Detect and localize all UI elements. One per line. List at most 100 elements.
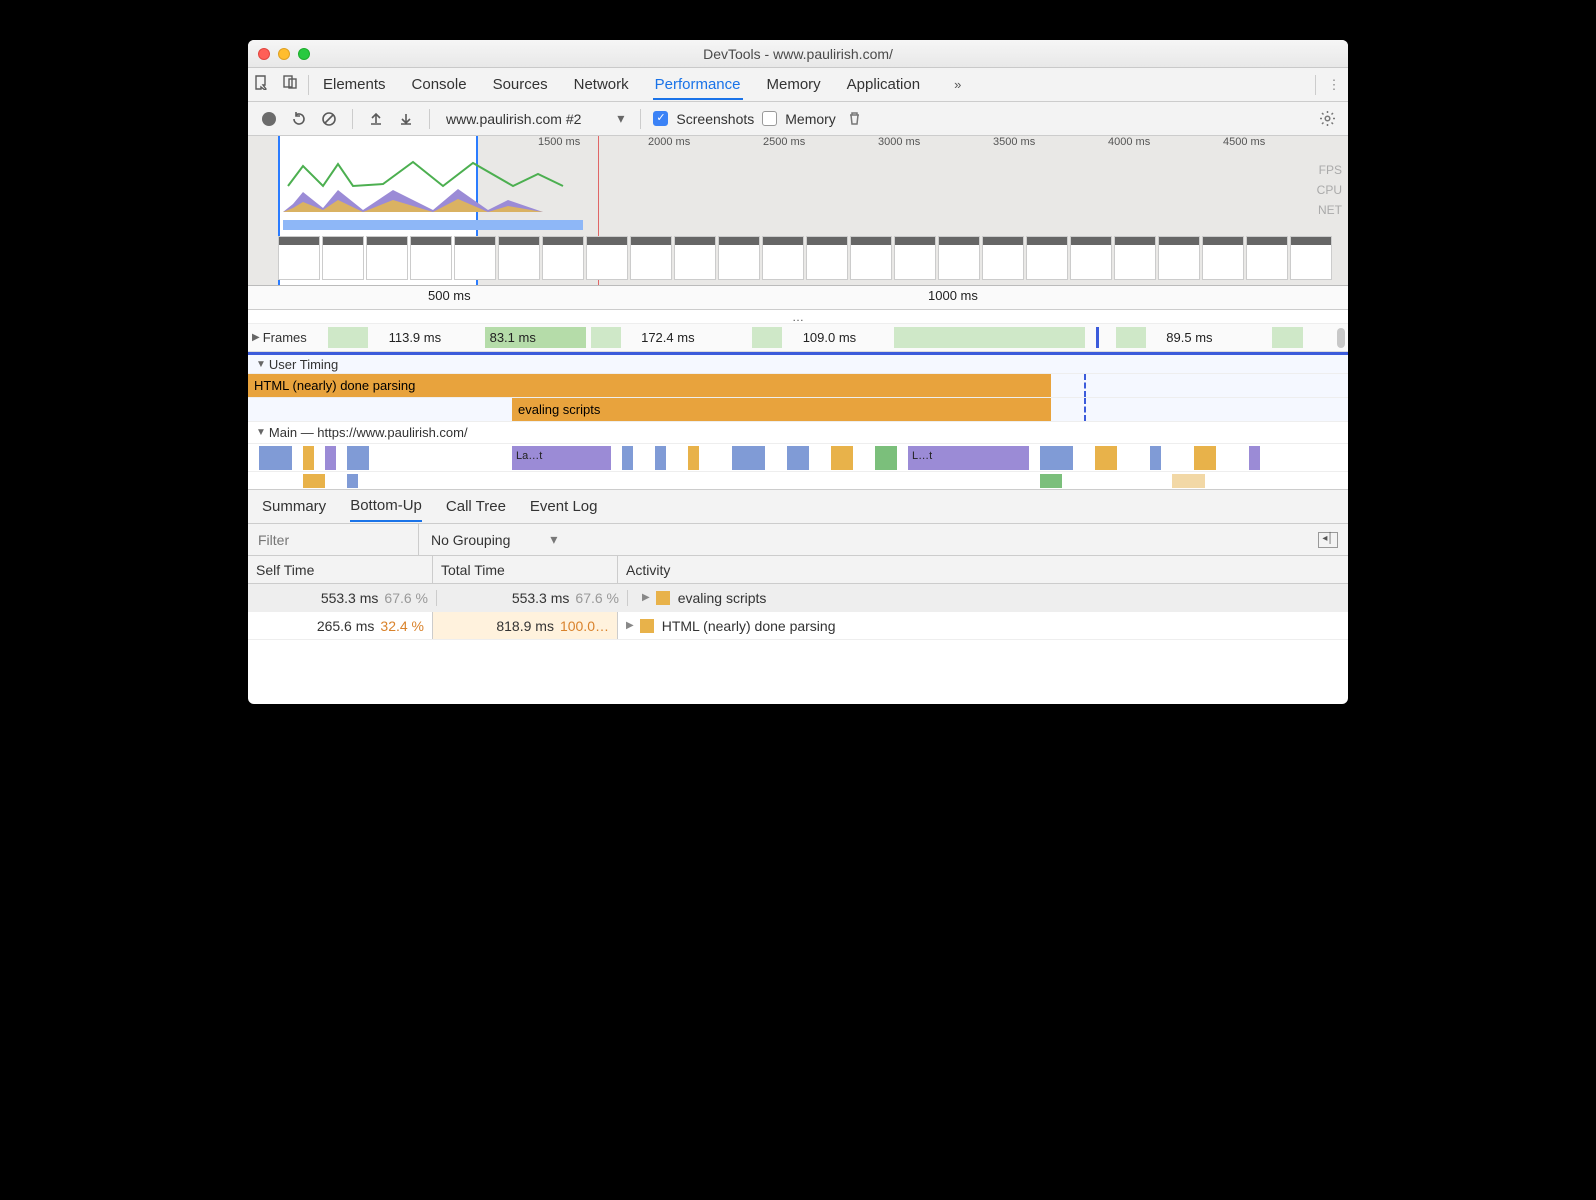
color-swatch [640,619,654,633]
thumbnail[interactable] [1290,236,1332,280]
tick: 2000 ms [648,136,690,148]
thumbnail[interactable] [762,236,804,280]
expand-icon[interactable]: ▶ [252,332,260,343]
tick: 4500 ms [1223,136,1265,148]
load-profile-button[interactable] [365,108,387,130]
table-row[interactable]: 265.6 ms32.4 % 818.9 ms100.0… ▶HTML (nea… [248,612,1348,640]
thumbnail[interactable] [1070,236,1112,280]
thumbnail[interactable] [454,236,496,280]
net-label: NET [1317,200,1342,220]
tick: 2500 ms [763,136,805,148]
collapse-icon[interactable]: ▼ [256,359,266,370]
main-thread-header[interactable]: ▼ Main — https://www.paulirish.com/ [248,422,1348,444]
tab-bottom-up[interactable]: Bottom-Up [350,491,422,522]
thumbnail[interactable] [982,236,1024,280]
tab-console[interactable]: Console [410,70,469,99]
thumbnail[interactable] [410,236,452,280]
expand-icon[interactable]: ▶ [642,592,650,603]
scrollbar-thumb[interactable] [1337,328,1345,348]
collapse-sidebar-icon[interactable]: ◂│ [1318,532,1338,548]
col-activity[interactable]: Activity [618,556,1348,583]
tab-summary[interactable]: Summary [262,492,326,521]
thumbnail[interactable] [894,236,936,280]
table-row[interactable]: 553.3 ms67.6 % 553.3 ms67.6 % ▶evaling s… [248,584,1348,612]
tab-list: Elements Console Sources Network Perform… [313,70,1311,100]
thumbnail[interactable] [586,236,628,280]
timeline-ruler[interactable]: 500 ms 1000 ms [248,286,1348,310]
screenshots-label: Screenshots [676,111,754,127]
overview-lane-labels: FPS CPU NET [1317,160,1342,220]
col-total-time[interactable]: Total Time [433,556,618,583]
total-ms: 818.9 ms [496,618,554,634]
tab-application[interactable]: Application [845,70,922,99]
self-ms: 553.3 ms [321,590,379,606]
user-timing-row[interactable]: HTML (nearly) done parsing [248,374,1348,398]
thumbnail[interactable] [1026,236,1068,280]
collapse-icon[interactable]: ▼ [256,427,266,438]
thumbnail[interactable] [498,236,540,280]
device-toggle-icon[interactable] [276,74,304,95]
tab-call-tree[interactable]: Call Tree [446,492,506,521]
filter-input[interactable] [248,532,418,548]
col-self-time[interactable]: Self Time [248,556,433,583]
tab-performance[interactable]: Performance [653,70,743,100]
memory-label: Memory [785,111,836,127]
timing-bar-html-parsing[interactable]: HTML (nearly) done parsing [248,374,1051,397]
reload-button[interactable] [288,108,310,130]
marker-line [1084,374,1086,397]
flame-block[interactable]: L…t [908,446,1029,470]
flame-chart[interactable]: La…t L…t [248,444,1348,472]
timing-bar-evaling-scripts[interactable]: evaling scripts [512,398,1051,421]
fps-label: FPS [1317,160,1342,180]
titlebar: DevTools - www.paulirish.com/ [248,40,1348,68]
thumbnail[interactable] [674,236,716,280]
overview-pane[interactable]: 500 ms 1000 ms 1500 ms 2000 ms 2500 ms 3… [248,136,1348,286]
thumbnail[interactable] [366,236,408,280]
thumbnail[interactable] [806,236,848,280]
flame-block[interactable]: La…t [512,446,611,470]
thumbnail[interactable] [850,236,892,280]
user-timing-header[interactable]: ▼ User Timing [248,352,1348,374]
clear-button[interactable] [318,108,340,130]
close-icon[interactable] [258,48,270,60]
thumbnail[interactable] [322,236,364,280]
record-button[interactable] [258,108,280,130]
recording-selector[interactable]: www.paulirish.com #2 ▾ [442,110,628,127]
divider [640,109,641,129]
trash-icon[interactable] [844,108,866,130]
save-profile-button[interactable] [395,108,417,130]
total-ms: 553.3 ms [512,590,570,606]
tab-sources[interactable]: Sources [491,70,550,99]
screenshots-checkbox[interactable] [653,111,668,126]
thumbnail[interactable] [542,236,584,280]
minimize-icon[interactable] [278,48,290,60]
table-header: Self Time Total Time Activity [248,556,1348,584]
thumbnail[interactable] [630,236,672,280]
thumbnail[interactable] [1202,236,1244,280]
thumbnail[interactable] [1158,236,1200,280]
settings-gear-icon[interactable] [1316,108,1338,130]
thumbnail[interactable] [718,236,760,280]
memory-checkbox[interactable] [762,111,777,126]
thumbnail[interactable] [1114,236,1156,280]
kebab-menu-icon[interactable]: ⋮ [1320,77,1348,93]
divider [1315,75,1316,95]
more-tabs-icon[interactable]: » [944,77,971,92]
thumbnail[interactable] [278,236,320,280]
net-chart [283,220,583,230]
tab-memory[interactable]: Memory [765,70,823,99]
expand-icon[interactable]: ▶ [626,620,634,631]
main-thread-label: Main — https://www.paulirish.com/ [269,425,468,440]
collapsed-tracks-indicator[interactable]: … [248,310,1348,324]
thumbnail[interactable] [1246,236,1288,280]
grouping-selector[interactable]: No Grouping ▾ [419,531,569,548]
user-timing-row[interactable]: evaling scripts [248,398,1348,422]
thumbnail[interactable] [938,236,980,280]
frames-track[interactable]: ▶ Frames 113.9 ms 83.1 ms 172.4 ms 109.0… [248,324,1348,352]
tab-elements[interactable]: Elements [321,70,388,99]
tab-network[interactable]: Network [572,70,631,99]
tab-event-log[interactable]: Event Log [530,492,598,521]
zoom-icon[interactable] [298,48,310,60]
flame-chart-sub[interactable] [248,472,1348,490]
inspect-icon[interactable] [248,74,276,95]
